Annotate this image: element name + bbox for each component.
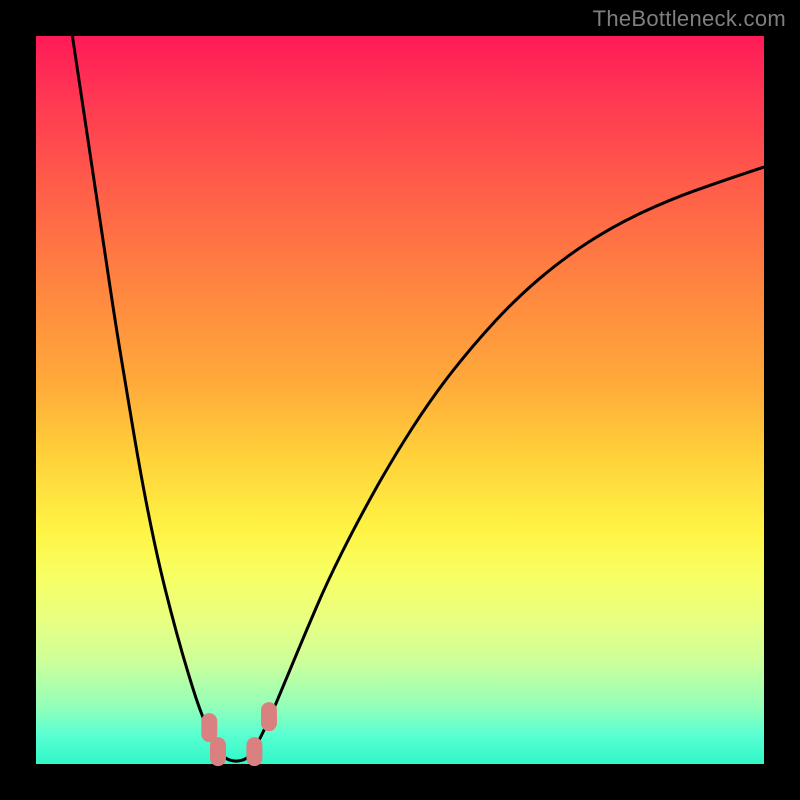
plot-area xyxy=(36,36,764,764)
descending-marker xyxy=(202,714,217,742)
marker-group xyxy=(202,703,277,766)
series-group xyxy=(72,36,764,761)
chart-svg xyxy=(36,36,764,764)
series-left-branch xyxy=(72,36,218,749)
watermark-text: TheBottleneck.com xyxy=(593,6,786,32)
ascending-marker xyxy=(261,703,276,731)
valley-left-marker xyxy=(211,738,226,766)
chart-frame: TheBottleneck.com xyxy=(0,0,800,800)
series-right-branch xyxy=(254,167,764,749)
valley-right-marker xyxy=(247,738,262,766)
